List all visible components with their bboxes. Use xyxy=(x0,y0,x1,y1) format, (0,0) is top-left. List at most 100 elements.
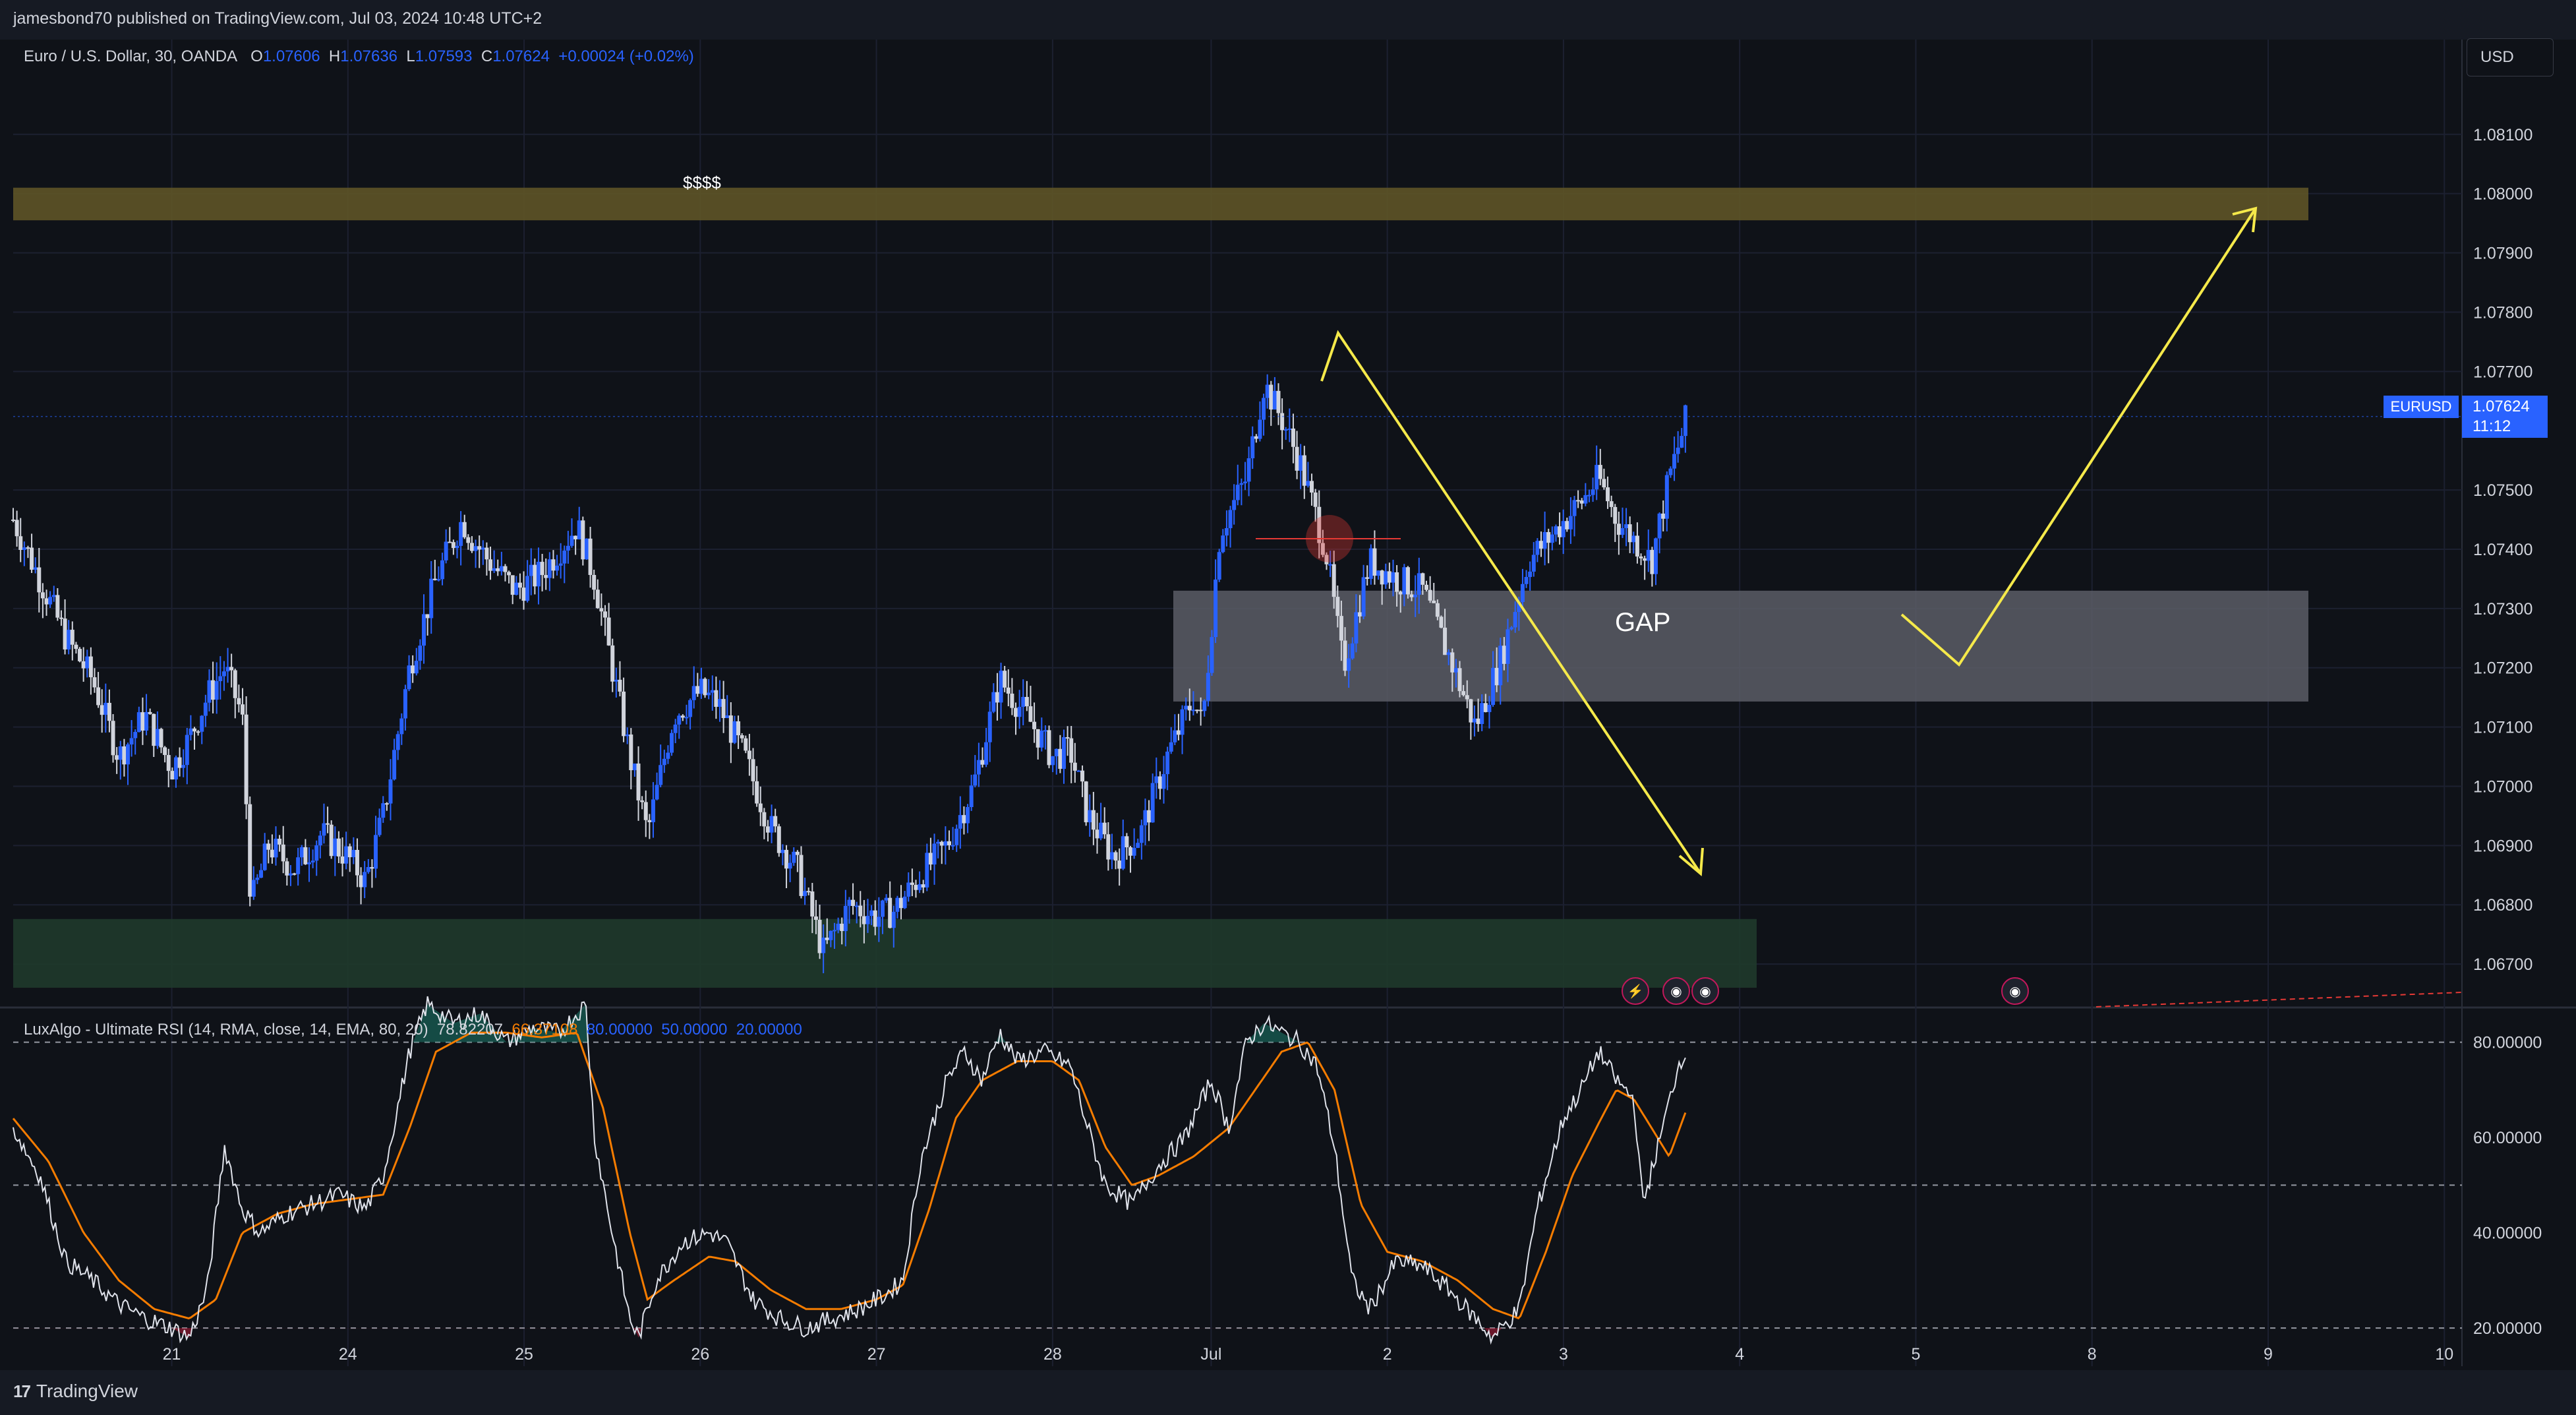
candle-body xyxy=(677,715,682,725)
candle-body xyxy=(248,804,252,897)
candle-body xyxy=(1010,693,1014,708)
candle-body xyxy=(1195,709,1200,711)
price-tick-label: 1.07200 xyxy=(2473,659,2532,678)
candle-body xyxy=(152,713,156,746)
candle-body xyxy=(928,853,933,865)
candle-body xyxy=(499,566,504,572)
close-value: 1.07624 xyxy=(492,47,550,65)
candle-body xyxy=(776,826,781,853)
candle-body xyxy=(691,686,696,700)
candle-body xyxy=(1661,513,1666,519)
candle-body xyxy=(1576,500,1581,502)
candle-body xyxy=(1680,436,1684,448)
candle-body xyxy=(1339,616,1343,641)
tradingview-brand: TradingView xyxy=(36,1381,138,1401)
candle-body xyxy=(407,665,411,690)
candle-body xyxy=(133,732,138,738)
candle-body xyxy=(636,763,641,800)
candle-body xyxy=(340,856,345,864)
price-tick-label: 1.07300 xyxy=(2473,600,2532,618)
candle-body xyxy=(1224,527,1229,536)
candle-body xyxy=(381,803,386,818)
candle-body xyxy=(136,712,141,733)
candle-body xyxy=(1165,751,1170,775)
candle-body xyxy=(262,843,267,870)
candle-body xyxy=(629,734,633,771)
candle-body xyxy=(285,861,289,876)
candle-body xyxy=(1217,552,1221,580)
candle-body xyxy=(1535,541,1540,555)
candle-body xyxy=(810,891,815,917)
price-tick-label: 1.07400 xyxy=(2473,541,2532,559)
candle-body xyxy=(832,930,836,932)
candle-body xyxy=(344,846,349,864)
candle-body xyxy=(1313,492,1318,507)
candle-body xyxy=(1587,495,1591,497)
candle-body xyxy=(773,816,778,827)
candle-body xyxy=(429,578,434,618)
candle-body xyxy=(59,617,63,619)
candle-body xyxy=(177,757,182,768)
candle-body xyxy=(229,667,234,671)
us-flag-event-icon[interactable]: ◉ xyxy=(1662,977,1690,1005)
candle-body xyxy=(196,731,200,733)
candle-body xyxy=(647,820,652,822)
candle-body xyxy=(403,689,407,719)
candle-body xyxy=(1653,538,1658,574)
candle-body xyxy=(914,885,918,890)
us-flag-event-icon[interactable]: ◉ xyxy=(1691,977,1719,1005)
candle-body xyxy=(817,920,822,953)
candle-body xyxy=(492,568,496,571)
candle-body xyxy=(943,841,948,846)
candle-body xyxy=(70,630,74,645)
candle-body xyxy=(85,656,90,669)
candle-body xyxy=(803,891,807,896)
candle-body xyxy=(1283,429,1288,431)
time-tick-label: 24 xyxy=(339,1345,357,1364)
tradingview-logo[interactable]: 17 TradingView xyxy=(13,1381,138,1402)
candle-body xyxy=(1232,500,1237,510)
candle-body xyxy=(1420,573,1425,585)
candle-body xyxy=(159,729,163,748)
candle-body xyxy=(1228,510,1233,528)
footer-bar xyxy=(0,1370,2576,1415)
time-tick-label: 10 xyxy=(2435,1345,2453,1364)
candle-body xyxy=(1295,446,1299,471)
candle-body xyxy=(1076,770,1081,772)
candle-body xyxy=(448,541,452,543)
candle-body xyxy=(1417,573,1421,595)
candle-body xyxy=(1542,531,1547,549)
candle-body xyxy=(599,608,604,612)
candle-body xyxy=(684,717,689,719)
candle-body xyxy=(1672,454,1677,469)
candle-body xyxy=(129,738,134,745)
candle-body xyxy=(1546,531,1551,543)
candle-body xyxy=(189,728,193,735)
candle-body xyxy=(762,812,767,827)
candle-body xyxy=(558,563,563,566)
candle-body xyxy=(573,535,578,539)
dividend-event-icon[interactable]: ⚡ xyxy=(1622,977,1649,1005)
candle-body xyxy=(148,711,152,714)
candle-body xyxy=(1210,637,1214,673)
candle-body xyxy=(1428,589,1432,601)
currency-button[interactable]: USD xyxy=(2467,38,2554,76)
candle-body xyxy=(873,910,877,927)
us-flag-event-icon[interactable]: ◉ xyxy=(2001,977,2029,1005)
candle-body xyxy=(1084,781,1088,823)
candle-body xyxy=(821,938,826,953)
candle-body xyxy=(555,565,560,571)
candle-body xyxy=(366,866,370,872)
chart-canvas[interactable]: 1.08100 1.08000 1.07900 1.07800 1.07700 1.075… xyxy=(0,40,2576,1370)
candle-body xyxy=(411,665,415,674)
candle-body xyxy=(1402,567,1407,595)
candle-body xyxy=(74,644,78,649)
candle-body xyxy=(551,559,556,571)
low-value: 1.07593 xyxy=(415,47,473,65)
candle-body xyxy=(910,882,914,886)
candle-body xyxy=(1483,703,1488,712)
candle-body xyxy=(122,746,127,765)
candle-body xyxy=(939,841,944,846)
zone-rect xyxy=(13,918,1757,988)
candle-body xyxy=(980,760,985,765)
